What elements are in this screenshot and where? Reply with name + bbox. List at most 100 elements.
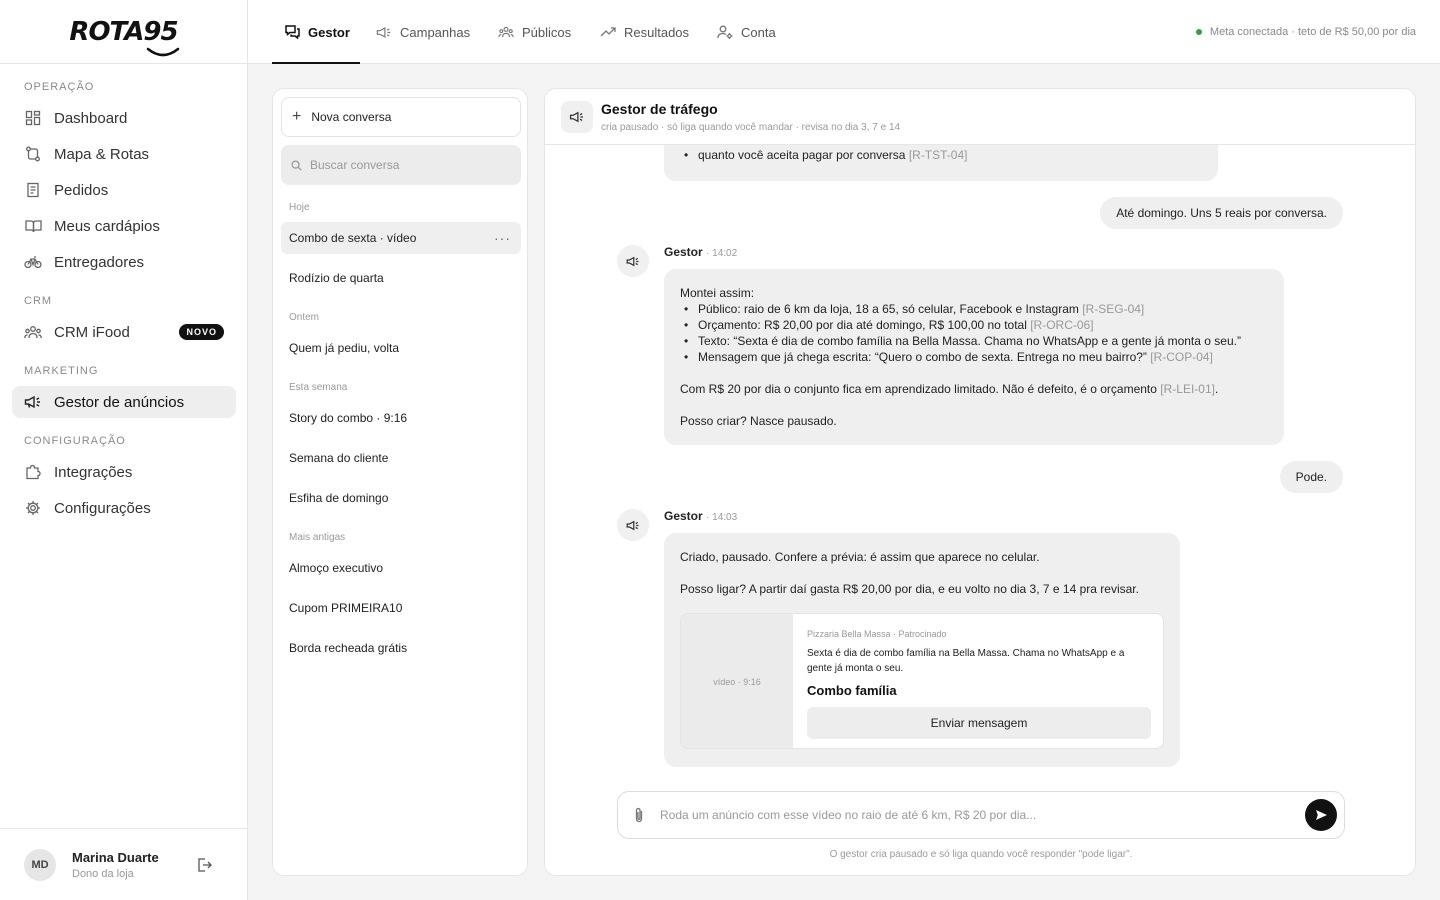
sidebar-item-crm-ifood[interactable]: CRM iFood NOVO <box>12 316 236 348</box>
search-icon <box>291 159 302 171</box>
brand-logo[interactable]: ROTA95 <box>69 19 179 56</box>
bot-name-text: Gestor <box>664 509 703 523</box>
tab-resultados[interactable]: Resultados <box>600 0 689 64</box>
sidebar-item-label: Configurações <box>54 499 151 517</box>
tab-conta[interactable]: Conta <box>717 0 776 64</box>
status-text: Meta conectada · teto de R$ 50,00 por di… <box>1209 26 1416 38</box>
new-conversation-button[interactable]: + Nova conversa <box>281 97 521 137</box>
tab-publicos[interactable]: Públicos <box>498 0 571 64</box>
message-bullet: Mensagem que já chega escrita: “Quero o … <box>680 349 1268 365</box>
conversation-item[interactable]: Almoço executivo <box>281 552 521 584</box>
sidebar-item-label: CRM iFood <box>54 323 130 341</box>
megaphone-icon <box>24 393 42 411</box>
message-bullet: Público: raio de 6 km da loja, 18 a 65, … <box>680 301 1268 317</box>
sidebar-item-label: Entregadores <box>54 253 145 271</box>
sidebar-item-gestor-anuncios[interactable]: Gestor de anúncios <box>12 386 236 418</box>
message-composer <box>617 791 1345 839</box>
receipt-icon <box>24 181 42 199</box>
ad-video-placeholder[interactable]: vídeo · 9:16 <box>681 614 793 748</box>
search-box <box>281 145 521 185</box>
tab-gestor[interactable]: Gestor <box>285 0 350 64</box>
conversation-item[interactable]: Quem já pediu, volta <box>281 332 521 364</box>
bot-avatar <box>617 509 649 541</box>
conversation-title: Borda recheada grátis <box>289 641 408 655</box>
new-conversation-label: Nova conversa <box>311 110 392 124</box>
message-input[interactable] <box>660 808 1270 822</box>
conversation-item[interactable]: Rodízio de quarta <box>281 262 521 294</box>
paperclip-icon[interactable] <box>634 807 644 823</box>
connection-status: Meta conectada · teto de R$ 50,00 por di… <box>1195 26 1416 38</box>
conversation-item[interactable]: Story do combo · 9:16 <box>281 402 521 434</box>
send-button[interactable] <box>1305 799 1337 831</box>
bot-avatar <box>617 245 649 277</box>
reference-tag: [R-LEI-01] <box>1160 382 1215 396</box>
tab-label: Públicos <box>522 24 572 40</box>
ad-sponsor-meta: Pizzaria Bella Massa · Patrocinado <box>807 629 947 639</box>
conversation-item[interactable]: Cupom PRIMEIRA10 <box>281 592 521 624</box>
gear-icon <box>24 499 42 517</box>
message-text: Até domingo. Uns 5 reais por conversa. <box>1116 206 1327 220</box>
conversation-item[interactable]: Combo de sexta · vídeo ··· <box>281 222 521 254</box>
message-time: · 14:03 <box>706 512 738 523</box>
composer-footnote: O gestor cria pausado e só liga quando v… <box>829 849 1133 860</box>
chat-title: Gestor de tráfego <box>601 101 718 117</box>
chat-subtitle: cria pausado · só liga quando você manda… <box>601 122 901 133</box>
bot-message: Criado, pausado. Confere a prévia: é ass… <box>664 533 1180 767</box>
group-label-yesterday: Ontem <box>289 312 320 323</box>
sidebar-item-configuracoes[interactable]: Configurações <box>12 492 236 524</box>
topbar: Gestor Campanhas Públicos Resultados Con… <box>248 0 1440 64</box>
sidebar-item-pedidos[interactable]: Pedidos <box>12 174 236 206</box>
conversation-item[interactable]: Borda recheada grátis <box>281 632 521 664</box>
conversation-item[interactable]: Esfiha de domingo <box>281 482 521 514</box>
sidebar-item-entregadores[interactable]: Entregadores <box>12 246 236 278</box>
reference-tag: [R-COP-04] <box>1150 350 1213 364</box>
user-message: Pode. <box>1279 461 1343 493</box>
sidebar-item-label: Gestor de anúncios <box>54 393 185 411</box>
message-text: Posso criar? Nasce pausado. <box>680 414 837 428</box>
send-message-cta-button[interactable]: Enviar mensagem <box>807 707 1151 739</box>
users-icon <box>24 323 42 341</box>
conversations-panel: + Nova conversa Hoje Combo de sexta · ví… <box>272 88 528 876</box>
bike-icon <box>24 253 42 271</box>
sidebar-item-label: Meus cardápios <box>54 217 160 235</box>
message-text: Pode. <box>1295 470 1327 484</box>
tab-label: Conta <box>741 24 776 40</box>
chat-panel: Gestor de tráfego cria pausado · só liga… <box>544 88 1416 876</box>
megaphone-icon <box>626 520 639 530</box>
sidebar: ROTA95 OPERAÇÃO Dashboard Mapa & Rotas P… <box>0 0 248 900</box>
bot-name: Gestor · 14:03 <box>664 509 737 523</box>
bullet-text: Texto: “Sexta é dia de combo família na … <box>698 334 1241 348</box>
ad-title: Combo família <box>807 683 897 698</box>
nav-section-operacao: OPERAÇÃO <box>24 81 95 93</box>
reference-tag: [R-TST-04] <box>908 148 968 162</box>
logo-area: ROTA95 <box>0 0 247 64</box>
ad-body-text: Sexta é dia de combo família na Bella Ma… <box>807 648 1125 674</box>
reference-tag: [R-SEG-04] <box>1082 302 1145 316</box>
users-icon <box>498 26 514 38</box>
message-bullet: quanto você aceita pagar por conversa [R… <box>680 147 1202 163</box>
conversation-title: Quem já pediu, volta <box>289 341 400 355</box>
search-input[interactable] <box>310 158 510 172</box>
conversation-title: Semana do cliente <box>289 451 389 465</box>
tab-label: Resultados <box>624 24 690 40</box>
message-text: Com R$ 20 por dia o conjunto fica em apr… <box>680 382 1157 396</box>
tab-campanhas[interactable]: Campanhas <box>376 0 470 64</box>
group-label-week: Esta semana <box>289 382 348 393</box>
more-options-icon[interactable]: ··· <box>494 230 511 246</box>
sidebar-item-mapa-rotas[interactable]: Mapa & Rotas <box>12 138 236 170</box>
bullet-text: Mensagem que já chega escrita: “Quero o … <box>698 350 1147 364</box>
bullet-text: Orçamento: R$ 20,00 por dia até domingo,… <box>698 318 1027 332</box>
sidebar-item-label: Mapa & Rotas <box>54 145 150 163</box>
chat-header: Gestor de tráfego cria pausado · só liga… <box>545 89 1415 145</box>
book-icon <box>24 217 42 235</box>
sidebar-item-cardapios[interactable]: Meus cardápios <box>12 210 236 242</box>
group-label-today: Hoje <box>289 202 310 213</box>
logout-icon[interactable] <box>196 857 212 873</box>
ad-preview-card[interactable]: vídeo · 9:16 Pizzaria Bella Massa · Patr… <box>680 613 1164 749</box>
avatar[interactable]: MD <box>24 848 56 881</box>
sidebar-item-dashboard[interactable]: Dashboard <box>12 102 236 134</box>
conversation-item[interactable]: Semana do cliente <box>281 442 521 474</box>
route-icon <box>24 145 42 163</box>
sidebar-item-integracoes[interactable]: Integrações <box>12 456 236 488</box>
group-label-older: Mais antigas <box>289 532 346 543</box>
